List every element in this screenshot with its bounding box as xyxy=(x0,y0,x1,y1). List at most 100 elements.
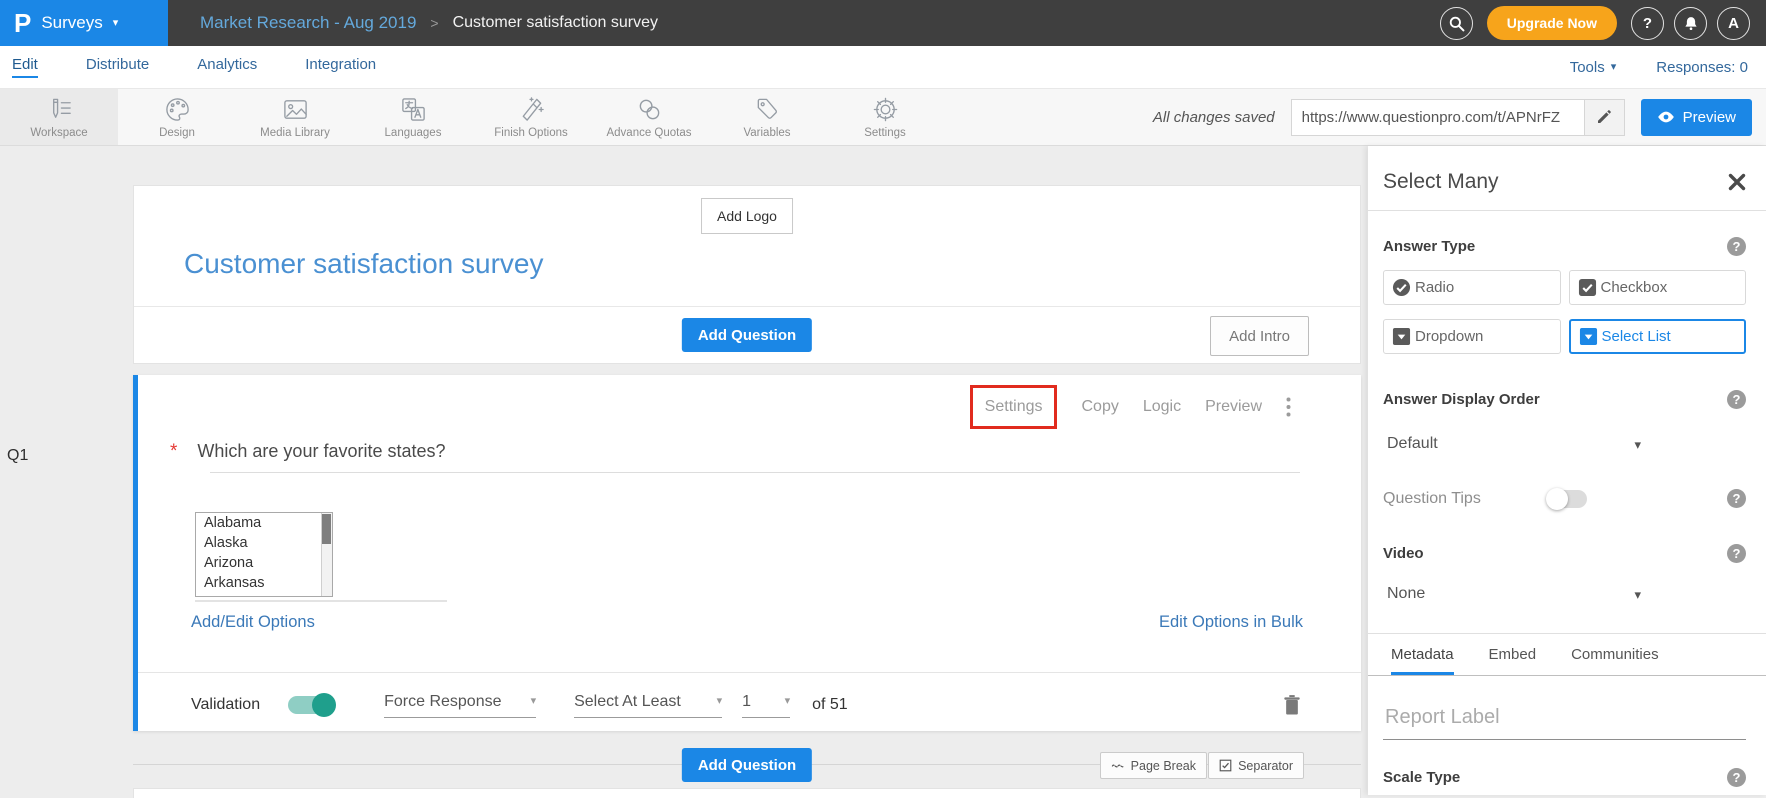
video-select[interactable]: None ▾ xyxy=(1383,585,1641,603)
listbox-option[interactable]: Alabama xyxy=(196,513,332,533)
add-question-button-bottom[interactable]: Add Question xyxy=(682,748,812,782)
add-intro-button[interactable]: Add Intro xyxy=(1210,316,1309,356)
surveys-menu[interactable]: P Surveys ▾ xyxy=(0,0,168,46)
answer-type-option-label: Dropdown xyxy=(1415,328,1483,345)
add-logo-button[interactable]: Add Logo xyxy=(701,198,793,234)
answer-type-select-list[interactable]: Select List xyxy=(1569,319,1747,354)
help-icon[interactable]: ? xyxy=(1727,768,1746,787)
tools-menu[interactable]: Tools ▾ xyxy=(1570,59,1617,76)
tab-integration[interactable]: Integration xyxy=(305,56,376,78)
tab-analytics[interactable]: Analytics xyxy=(197,56,257,78)
gear-icon xyxy=(872,96,899,123)
translate-icon xyxy=(400,96,427,123)
listbox-scrollbar[interactable] xyxy=(321,513,332,596)
question-tips-toggle[interactable] xyxy=(1547,490,1587,508)
question-settings-action[interactable]: Settings xyxy=(970,385,1058,429)
page-break-button[interactable]: Page Break xyxy=(1100,752,1207,779)
preview-button[interactable]: Preview xyxy=(1641,99,1752,136)
responses-count: Responses: 0 xyxy=(1656,59,1748,76)
chevron-down-icon: ▾ xyxy=(785,696,791,707)
toolbar-item-advance-quotas[interactable]: Advance Quotas xyxy=(590,89,708,145)
tab-communities[interactable]: Communities xyxy=(1571,646,1659,675)
survey-url-box xyxy=(1291,99,1625,136)
toolbar-right: All changes saved Preview xyxy=(1153,89,1766,145)
add-edit-options-link[interactable]: Add/Edit Options xyxy=(191,613,315,632)
separator-button[interactable]: Separator xyxy=(1208,752,1304,779)
search-icon xyxy=(1448,15,1465,32)
notifications-button[interactable] xyxy=(1674,7,1707,40)
search-button[interactable] xyxy=(1440,7,1473,40)
breadcrumb-parent-link[interactable]: Market Research - Aug 2019 xyxy=(200,13,416,33)
question-text[interactable]: Which are your favorite states? xyxy=(197,441,445,462)
tab-distribute[interactable]: Distribute xyxy=(86,56,149,78)
question-card: Settings Copy Logic Preview * Which are … xyxy=(133,375,1361,731)
editor-toolbar: Workspace Design Media Library Languages… xyxy=(0,88,1766,146)
min-count-dropdown[interactable]: 1 ▾ xyxy=(742,693,790,718)
breadcrumb-separator: > xyxy=(430,15,438,31)
help-icon[interactable]: ? xyxy=(1727,237,1746,256)
toolbar-item-languages[interactable]: Languages xyxy=(354,89,472,145)
toolbar-item-label: Workspace xyxy=(30,127,87,139)
question-underline xyxy=(210,472,1300,473)
toolbar-item-label: Finish Options xyxy=(494,127,568,139)
breadcrumb: Market Research - Aug 2019 > Customer sa… xyxy=(200,13,658,33)
listbox-option[interactable]: Alaska xyxy=(196,533,332,553)
survey-url-input[interactable] xyxy=(1292,100,1584,135)
toolbar-item-label: Settings xyxy=(864,127,906,139)
page-break-label: Page Break xyxy=(1131,759,1196,773)
next-section-card xyxy=(133,788,1361,798)
tools-label: Tools xyxy=(1570,59,1605,76)
answer-type-radio[interactable]: Radio xyxy=(1383,270,1561,305)
answer-listbox[interactable]: Alabama Alaska Arizona Arkansas xyxy=(195,512,333,597)
listbox-option[interactable]: Arkansas xyxy=(196,573,332,593)
toolbar-item-settings[interactable]: Settings xyxy=(826,89,944,145)
answer-display-order-value: Default xyxy=(1387,435,1438,453)
select-at-least-dropdown[interactable]: Select At Least ▾ xyxy=(574,693,722,718)
chain-links-icon xyxy=(636,96,663,123)
close-icon xyxy=(1728,173,1746,191)
toolbar-item-design[interactable]: Design xyxy=(118,89,236,145)
chevron-down-icon: ▾ xyxy=(1611,62,1617,73)
chevron-down-icon: ▾ xyxy=(113,18,119,29)
toolbar-item-variables[interactable]: Variables xyxy=(708,89,826,145)
survey-title[interactable]: Customer satisfaction survey xyxy=(184,248,543,280)
help-button[interactable]: ? xyxy=(1631,7,1664,40)
question-logic-action[interactable]: Logic xyxy=(1143,398,1181,416)
tab-embed[interactable]: Embed xyxy=(1489,646,1537,675)
account-avatar[interactable]: A xyxy=(1717,7,1750,40)
min-count-value: 1 xyxy=(742,693,751,711)
select-list-square-icon xyxy=(1579,327,1598,346)
help-icon[interactable]: ? xyxy=(1727,489,1746,508)
panel-title: Select Many xyxy=(1383,170,1499,194)
listbox-option[interactable]: Arizona xyxy=(196,553,332,573)
required-marker: * xyxy=(170,441,177,463)
upgrade-now-button[interactable]: Upgrade Now xyxy=(1487,6,1617,40)
validation-toggle[interactable] xyxy=(288,696,334,714)
toolbar-item-media-library[interactable]: Media Library xyxy=(236,89,354,145)
report-label-input[interactable] xyxy=(1383,706,1746,740)
scrollbar-thumb[interactable] xyxy=(322,514,331,544)
divider xyxy=(1368,210,1766,211)
answer-display-order-select[interactable]: Default ▾ xyxy=(1383,435,1641,453)
toolbar-item-workspace[interactable]: Workspace xyxy=(0,89,118,145)
help-icon[interactable]: ? xyxy=(1727,390,1746,409)
edit-url-button[interactable] xyxy=(1584,100,1624,135)
force-response-dropdown[interactable]: Force Response ▾ xyxy=(384,693,536,718)
edit-options-in-bulk-link[interactable]: Edit Options in Bulk xyxy=(1159,613,1303,632)
tab-metadata[interactable]: Metadata xyxy=(1391,646,1454,675)
delete-question-button[interactable] xyxy=(1283,694,1301,716)
eye-icon xyxy=(1657,111,1675,123)
toggle-knob xyxy=(1546,488,1568,510)
add-question-button-top[interactable]: Add Question xyxy=(682,318,812,352)
answer-type-dropdown[interactable]: Dropdown xyxy=(1383,319,1561,354)
question-preview-action[interactable]: Preview xyxy=(1205,398,1262,416)
close-panel-button[interactable] xyxy=(1728,173,1746,191)
toolbar-item-finish-options[interactable]: Finish Options xyxy=(472,89,590,145)
answer-type-checkbox[interactable]: Checkbox xyxy=(1569,270,1747,305)
tab-edit[interactable]: Edit xyxy=(12,56,38,78)
more-options-menu[interactable] xyxy=(1286,397,1291,417)
question-copy-action[interactable]: Copy xyxy=(1081,398,1118,416)
help-icon[interactable]: ? xyxy=(1727,544,1746,563)
dropdown-square-icon xyxy=(1392,327,1411,346)
checkbox-check-icon xyxy=(1578,278,1597,297)
